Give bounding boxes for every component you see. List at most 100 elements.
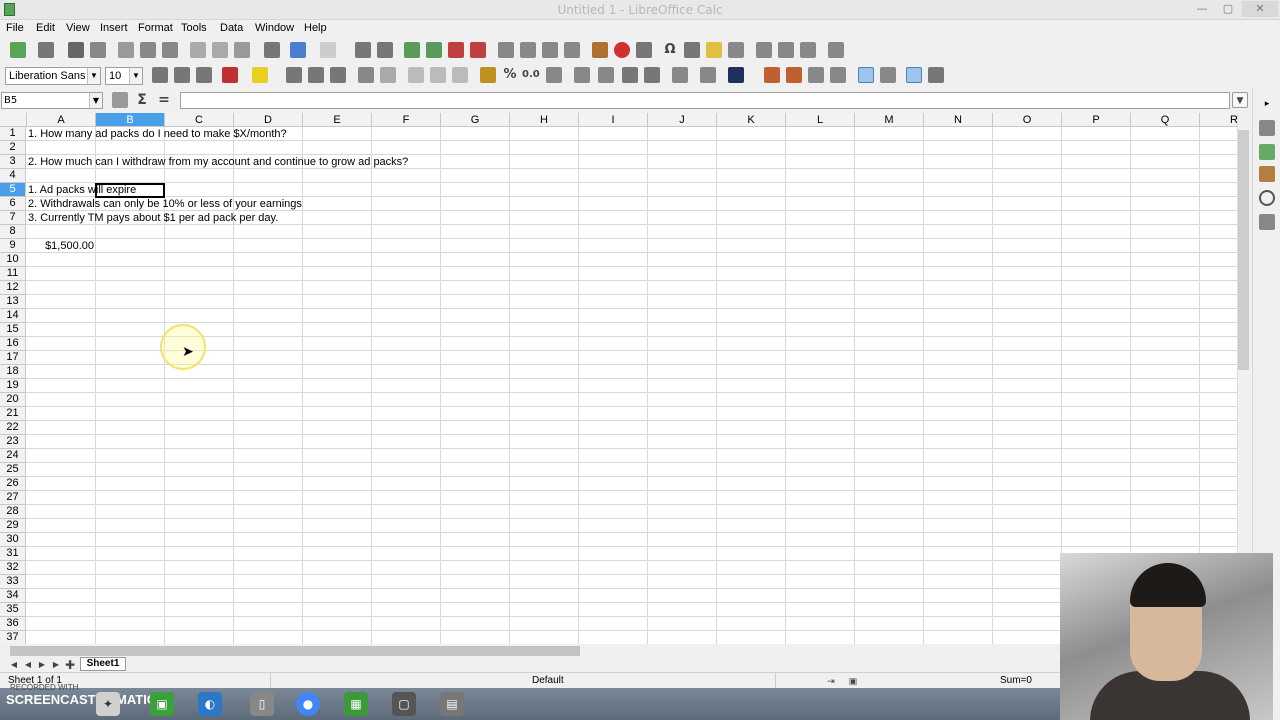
file-manager-icon[interactable]: ▯ — [250, 692, 274, 716]
column-header-I[interactable]: I — [579, 113, 648, 127]
show-draw-functions-icon[interactable] — [828, 42, 844, 58]
row-header-34[interactable]: 34 — [0, 589, 26, 603]
column-header-D[interactable]: D — [234, 113, 303, 127]
libreoffice-calc-icon[interactable]: ▦ — [344, 692, 368, 716]
row-icon[interactable] — [404, 42, 420, 58]
formula-input[interactable] — [180, 92, 1230, 109]
increase-indent-icon[interactable] — [622, 67, 638, 83]
column-header-A[interactable]: A — [27, 113, 96, 127]
font-size-box[interactable]: 10 ▼ — [105, 67, 143, 85]
hyperlink-icon[interactable] — [684, 42, 700, 58]
row-header-16[interactable]: 16 — [0, 337, 26, 351]
data-bar-icon[interactable] — [808, 67, 824, 83]
new-document-icon[interactable] — [10, 42, 26, 58]
print-preview-icon[interactable] — [140, 42, 156, 58]
column-header-H[interactable]: H — [510, 113, 579, 127]
align-right-icon[interactable] — [330, 67, 346, 83]
column-header-M[interactable]: M — [855, 113, 924, 127]
delete-decimal-icon[interactable] — [598, 67, 614, 83]
row-header-35[interactable]: 35 — [0, 603, 26, 617]
border-color-icon[interactable] — [728, 67, 744, 83]
minimize-button[interactable]: — — [1190, 1, 1214, 17]
row-header-2[interactable]: 2 — [0, 141, 26, 155]
merge-cells-icon[interactable] — [380, 67, 396, 83]
menu-tools[interactable]: Tools — [181, 22, 207, 34]
spellcheck-icon[interactable] — [162, 42, 178, 58]
close-button[interactable]: ✕ — [1242, 1, 1278, 17]
toggle-grid-icon[interactable] — [906, 67, 922, 83]
row-header-23[interactable]: 23 — [0, 435, 26, 449]
wrap-text-icon[interactable] — [358, 67, 374, 83]
column-header-P[interactable]: P — [1062, 113, 1131, 127]
gallery-icon[interactable] — [1259, 166, 1275, 182]
column-header-O[interactable]: O — [993, 113, 1062, 127]
menu-edit[interactable]: Edit — [36, 22, 55, 34]
row-header-30[interactable]: 30 — [0, 533, 26, 547]
row-header-6[interactable]: 6 — [0, 197, 26, 211]
align-middle-icon[interactable] — [430, 67, 446, 83]
menu-view[interactable]: View — [66, 22, 90, 34]
row-header-3[interactable]: 3 — [0, 155, 26, 169]
screencast-app-icon[interactable]: ▣ — [150, 692, 174, 716]
horizontal-scroll-thumb[interactable] — [10, 646, 580, 656]
column-header-Q[interactable]: Q — [1131, 113, 1200, 127]
expand-formula-bar-icon[interactable]: ▼ — [1232, 92, 1248, 108]
row-header-27[interactable]: 27 — [0, 491, 26, 505]
row-header-1[interactable]: 1 — [0, 127, 26, 141]
column-header-G[interactable]: G — [441, 113, 510, 127]
define-print-area-icon[interactable] — [756, 42, 772, 58]
print-icon[interactable] — [118, 42, 134, 58]
column-header-B[interactable]: B — [96, 113, 165, 127]
start-icon[interactable]: ✦ — [96, 692, 120, 716]
column-header-N[interactable]: N — [924, 113, 993, 127]
align-top-icon[interactable] — [408, 67, 424, 83]
functions-icon[interactable] — [1259, 214, 1275, 230]
cell-A1[interactable]: 1. How many ad packs do I need to make $… — [26, 127, 287, 141]
row-header-17[interactable]: 17 — [0, 351, 26, 365]
browser-icon[interactable]: ◐ — [198, 692, 222, 716]
number-format-icon[interactable]: 0.0 — [522, 67, 540, 83]
chevron-down-icon[interactable]: ▼ — [89, 93, 102, 108]
percent-format-icon[interactable]: % — [502, 67, 518, 83]
sort-ascending-icon[interactable] — [520, 42, 536, 58]
row-header-15[interactable]: 15 — [0, 323, 26, 337]
page-style[interactable]: Default — [532, 675, 564, 686]
highlight-color-icon[interactable] — [252, 67, 268, 83]
header-footer-icon[interactable] — [728, 42, 744, 58]
comment-icon[interactable] — [706, 42, 722, 58]
add-decimal-icon[interactable] — [574, 67, 590, 83]
menu-data[interactable]: Data — [220, 22, 243, 34]
row-header-36[interactable]: 36 — [0, 617, 26, 631]
font-color-icon[interactable] — [222, 67, 238, 83]
paste-icon[interactable] — [234, 42, 250, 58]
row-header-20[interactable]: 20 — [0, 393, 26, 407]
add-sheet-icon[interactable]: ✚ — [62, 657, 78, 673]
sum-icon[interactable]: Σ — [134, 92, 150, 108]
column-header-F[interactable]: F — [372, 113, 441, 127]
redo-icon[interactable] — [320, 42, 336, 58]
row-header-28[interactable]: 28 — [0, 505, 26, 519]
autospell-icon[interactable] — [377, 42, 393, 58]
row-header-13[interactable]: 13 — [0, 295, 26, 309]
column-icon[interactable] — [426, 42, 442, 58]
menu-file[interactable]: File — [6, 22, 24, 34]
row-header-31[interactable]: 31 — [0, 547, 26, 561]
icon-set-icon[interactable] — [830, 67, 846, 83]
align-bottom-icon[interactable] — [452, 67, 468, 83]
row-header-14[interactable]: 14 — [0, 309, 26, 323]
conditional-format-icon[interactable] — [764, 67, 780, 83]
chart-icon[interactable] — [614, 42, 630, 58]
date-format-icon[interactable] — [546, 67, 562, 83]
sidebar-menu-icon[interactable]: ▸ — [1259, 96, 1275, 112]
menu-help[interactable]: Help — [304, 22, 327, 34]
row-header-8[interactable]: 8 — [0, 225, 26, 239]
row-header-11[interactable]: 11 — [0, 267, 26, 281]
color-scale-icon[interactable] — [786, 67, 802, 83]
cell-A3[interactable]: 2. How much can I withdraw from my accou… — [26, 155, 408, 169]
bold-icon[interactable] — [152, 67, 168, 83]
row-header-4[interactable]: 4 — [0, 169, 26, 183]
selection-mode-icon[interactable]: ⇥ — [824, 673, 838, 687]
sort-icon[interactable] — [498, 42, 514, 58]
formula-icon[interactable]: = — [156, 92, 172, 108]
undo-icon[interactable] — [290, 42, 306, 58]
